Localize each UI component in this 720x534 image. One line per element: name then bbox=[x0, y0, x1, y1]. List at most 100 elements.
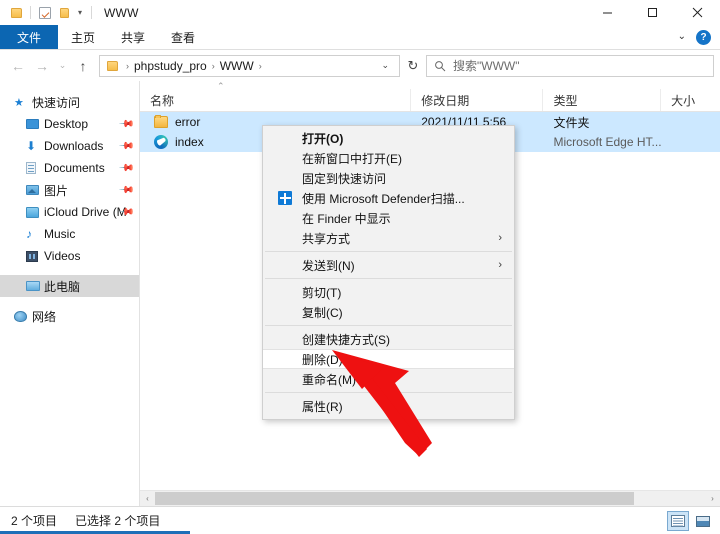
pin-icon-documents[interactable]: 📌 bbox=[117, 160, 134, 177]
menu-item-show-in-finder[interactable]: 在 Finder 中显示 bbox=[263, 208, 514, 228]
sidebar-label-this-pc: 此电脑 bbox=[44, 279, 81, 294]
refresh-icon[interactable]: ↻ bbox=[400, 53, 426, 79]
sidebar-gap-2 bbox=[0, 297, 139, 305]
menu-item-open-new-window[interactable]: 在新窗口中打开(E) bbox=[263, 148, 514, 168]
menu-label-create-shortcut: 创建快捷方式(S) bbox=[302, 332, 390, 347]
column-headers: 名称 修改日期 类型 大小 bbox=[140, 89, 720, 112]
ribbon-tab-bar: 文件 主页 共享 查看 ⌄ ? bbox=[0, 25, 720, 50]
menu-item-rename[interactable]: 重命名(M) bbox=[263, 369, 514, 389]
window-controls bbox=[585, 0, 720, 25]
toolbar-divider-2 bbox=[91, 6, 93, 19]
help-icon[interactable]: ? bbox=[696, 29, 711, 45]
maximize-icon[interactable] bbox=[630, 0, 675, 25]
search-icon bbox=[427, 60, 453, 72]
sidebar-item-downloads[interactable]: ⬇ Downloads 📌 bbox=[0, 135, 139, 157]
column-header-date[interactable]: 修改日期 bbox=[411, 89, 544, 111]
breadcrumb-separator-0[interactable]: › bbox=[121, 61, 134, 71]
up-icon[interactable]: ↑ bbox=[71, 53, 95, 79]
sidebar-label-icloud-drive: iCloud Drive (M bbox=[44, 205, 127, 219]
chevron-down-icon-ribbon[interactable]: ⌄ bbox=[674, 32, 690, 42]
sidebar-label-desktop: Desktop bbox=[44, 117, 89, 131]
forward-icon[interactable]: → bbox=[30, 53, 54, 79]
horizontal-scrollbar[interactable]: ‹ › bbox=[140, 490, 720, 506]
quick-access-toolbar: ▾ WWW bbox=[0, 5, 139, 21]
status-selection-count: 已选择 2 个项目 bbox=[75, 514, 161, 528]
menu-item-delete[interactable]: 删除(D) bbox=[263, 349, 514, 369]
large-icons-view-button[interactable] bbox=[692, 511, 714, 531]
pin-icon-desktop[interactable]: 📌 bbox=[117, 116, 134, 133]
row-size-cell-index bbox=[661, 132, 720, 152]
tab-share[interactable]: 共享 bbox=[108, 25, 158, 49]
sidebar-label-network: 网络 bbox=[32, 309, 57, 324]
breadcrumb[interactable]: › phpstudy_pro › WWW › ⌄ bbox=[99, 54, 400, 77]
chevron-down-icon[interactable]: ▾ bbox=[75, 8, 85, 17]
menu-item-cut[interactable]: 剪切(T) bbox=[263, 282, 514, 302]
sidebar-item-desktop[interactable]: Desktop 📌 bbox=[0, 113, 139, 135]
sidebar-item-icloud-drive[interactable]: iCloud Drive (M 📌 bbox=[0, 201, 139, 223]
defender-icon bbox=[277, 190, 293, 206]
sidebar-item-videos[interactable]: Videos bbox=[0, 245, 139, 267]
title-bar: ▾ WWW bbox=[0, 0, 720, 25]
scroll-right-icon[interactable]: › bbox=[705, 491, 720, 506]
new-folder-icon[interactable] bbox=[56, 5, 72, 21]
column-header-type[interactable]: 类型 bbox=[543, 89, 662, 111]
column-header-name[interactable]: 名称 bbox=[140, 89, 412, 111]
status-item-count: 2 个项目 bbox=[11, 514, 58, 528]
download-icon: ⬇ bbox=[26, 139, 37, 153]
chevron-down-icon-address[interactable]: ⌄ bbox=[374, 60, 396, 71]
sidebar-item-music[interactable]: ♪ Music bbox=[0, 223, 139, 245]
sidebar-label-music: Music bbox=[44, 227, 76, 241]
menu-item-properties[interactable]: 属性(R) bbox=[263, 396, 514, 416]
tab-home[interactable]: 主页 bbox=[58, 25, 108, 49]
folder-icon[interactable] bbox=[8, 5, 24, 21]
menu-item-share-with[interactable]: 共享方式 › bbox=[263, 228, 514, 248]
search-placeholder: 搜索"WWW" bbox=[453, 59, 520, 73]
music-icon: ♪ bbox=[26, 227, 32, 241]
tab-file[interactable]: 文件 bbox=[0, 25, 59, 49]
scroll-left-icon[interactable]: ‹ bbox=[140, 491, 155, 506]
menu-label-pin-quick-access: 固定到快速访问 bbox=[302, 171, 387, 186]
details-view-button[interactable] bbox=[667, 511, 689, 531]
sidebar-gap-1 bbox=[0, 267, 139, 275]
scrollbar-thumb[interactable] bbox=[155, 492, 634, 505]
column-header-size[interactable]: 大小 bbox=[661, 89, 720, 111]
breadcrumb-separator-1[interactable]: › bbox=[207, 61, 220, 71]
chevron-right-icon-send-to: › bbox=[498, 259, 502, 271]
toolbar-divider bbox=[30, 6, 31, 19]
sidebar-item-pictures[interactable]: 图片 📌 bbox=[0, 179, 139, 201]
desktop-icon bbox=[26, 119, 44, 129]
chevron-right-icon-share: › bbox=[498, 232, 502, 244]
breadcrumb-separator-2[interactable]: › bbox=[254, 61, 267, 71]
breadcrumb-item-www[interactable]: WWW bbox=[220, 59, 254, 73]
menu-item-open[interactable]: 打开(O) bbox=[263, 128, 514, 148]
menu-item-create-shortcut[interactable]: 创建快捷方式(S) bbox=[263, 329, 514, 349]
menu-item-send-to[interactable]: 发送到(N) › bbox=[263, 255, 514, 275]
menu-separator-4 bbox=[265, 392, 512, 393]
breadcrumb-folder-icon bbox=[103, 60, 121, 71]
close-icon[interactable] bbox=[675, 0, 720, 25]
scrollbar-track[interactable] bbox=[155, 491, 705, 506]
menu-separator-1 bbox=[265, 251, 512, 252]
menu-item-copy[interactable]: 复制(C) bbox=[263, 302, 514, 322]
back-icon[interactable]: ← bbox=[6, 53, 30, 79]
recent-locations-icon[interactable]: ⌄ bbox=[54, 53, 71, 79]
sidebar-item-this-pc[interactable]: 此电脑 bbox=[0, 275, 139, 297]
sidebar-item-quick-access[interactable]: ★ 快速访问 bbox=[0, 91, 139, 113]
menu-item-defender-scan[interactable]: 使用 Microsoft Defender扫描... bbox=[263, 188, 514, 208]
sidebar-item-network[interactable]: 网络 bbox=[0, 305, 139, 327]
minimize-icon[interactable] bbox=[585, 0, 630, 25]
sidebar-label-downloads: Downloads bbox=[44, 139, 104, 153]
tab-view[interactable]: 查看 bbox=[158, 25, 208, 49]
navigation-pane: ★ 快速访问 Desktop 📌 ⬇ Downloads 📌 Documents… bbox=[0, 81, 140, 506]
properties-icon[interactable] bbox=[37, 5, 53, 21]
menu-item-pin-quick-access[interactable]: 固定到快速访问 bbox=[263, 168, 514, 188]
network-icon bbox=[14, 310, 32, 322]
address-bar: ← → ⌄ ↑ › phpstudy_pro › WWW › ⌄ ↻ 搜索"WW… bbox=[0, 50, 720, 81]
menu-label-rename: 重命名(M) bbox=[302, 372, 356, 387]
search-input[interactable]: 搜索"WWW" bbox=[426, 54, 714, 77]
menu-label-properties: 属性(R) bbox=[302, 399, 343, 414]
breadcrumb-item-phpstudy-pro[interactable]: phpstudy_pro bbox=[134, 59, 207, 73]
pin-icon-pictures[interactable]: 📌 bbox=[117, 182, 134, 199]
pin-icon-downloads[interactable]: 📌 bbox=[117, 138, 134, 155]
sidebar-item-documents[interactable]: Documents 📌 bbox=[0, 157, 139, 179]
